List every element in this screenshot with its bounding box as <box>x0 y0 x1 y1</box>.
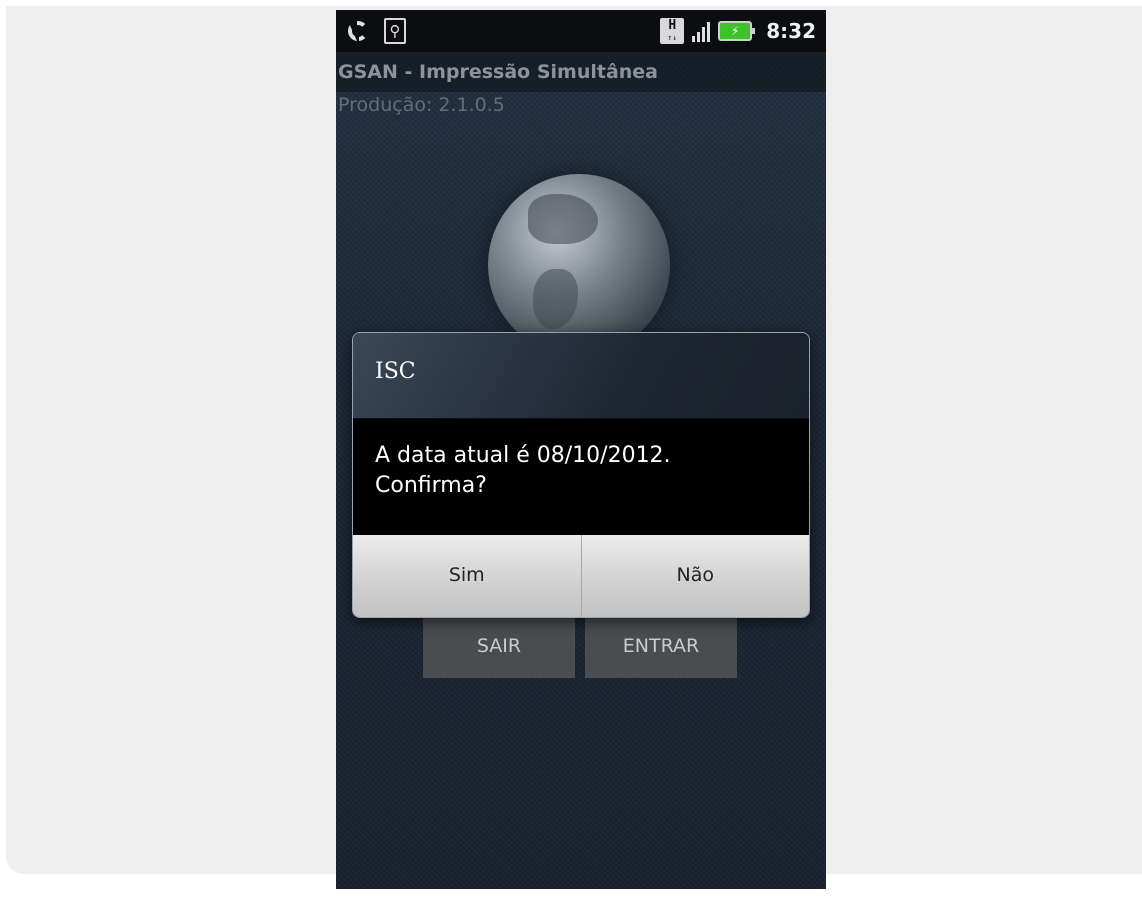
h-network-icon: H ↑↓ <box>660 18 685 44</box>
confirm-dialog: ISC A data atual é 08/10/2012. Confirma?… <box>352 332 810 618</box>
exit-button[interactable]: SAIR <box>423 618 575 678</box>
version-label: Produção: 2.1.0.5 <box>338 94 505 116</box>
app-title: GSAN - Impressão Simultânea <box>336 52 826 92</box>
enter-button[interactable]: ENTRAR <box>585 618 737 678</box>
yes-button[interactable]: Sim <box>353 535 581 617</box>
battery-charging-icon: ⚡ <box>718 21 756 41</box>
dialog-header: ISC <box>353 333 809 419</box>
dialog-message: A data atual é 08/10/2012. Confirma? <box>375 443 671 498</box>
no-button[interactable]: Não <box>580 535 810 617</box>
usb-icon: ⚲ <box>384 18 406 44</box>
dialog-button-bar: Sim Não <box>353 535 810 617</box>
dialog-title: ISC <box>375 359 416 384</box>
sync-icon <box>346 19 370 43</box>
clock: 8:32 <box>766 19 816 43</box>
globe-logo <box>488 174 670 356</box>
dialog-body: A data atual é 08/10/2012. Confirma? <box>353 419 809 535</box>
status-bar: ⚲ H ↑↓ ⚡ 8:32 <box>336 10 826 52</box>
signal-icon <box>692 20 711 42</box>
